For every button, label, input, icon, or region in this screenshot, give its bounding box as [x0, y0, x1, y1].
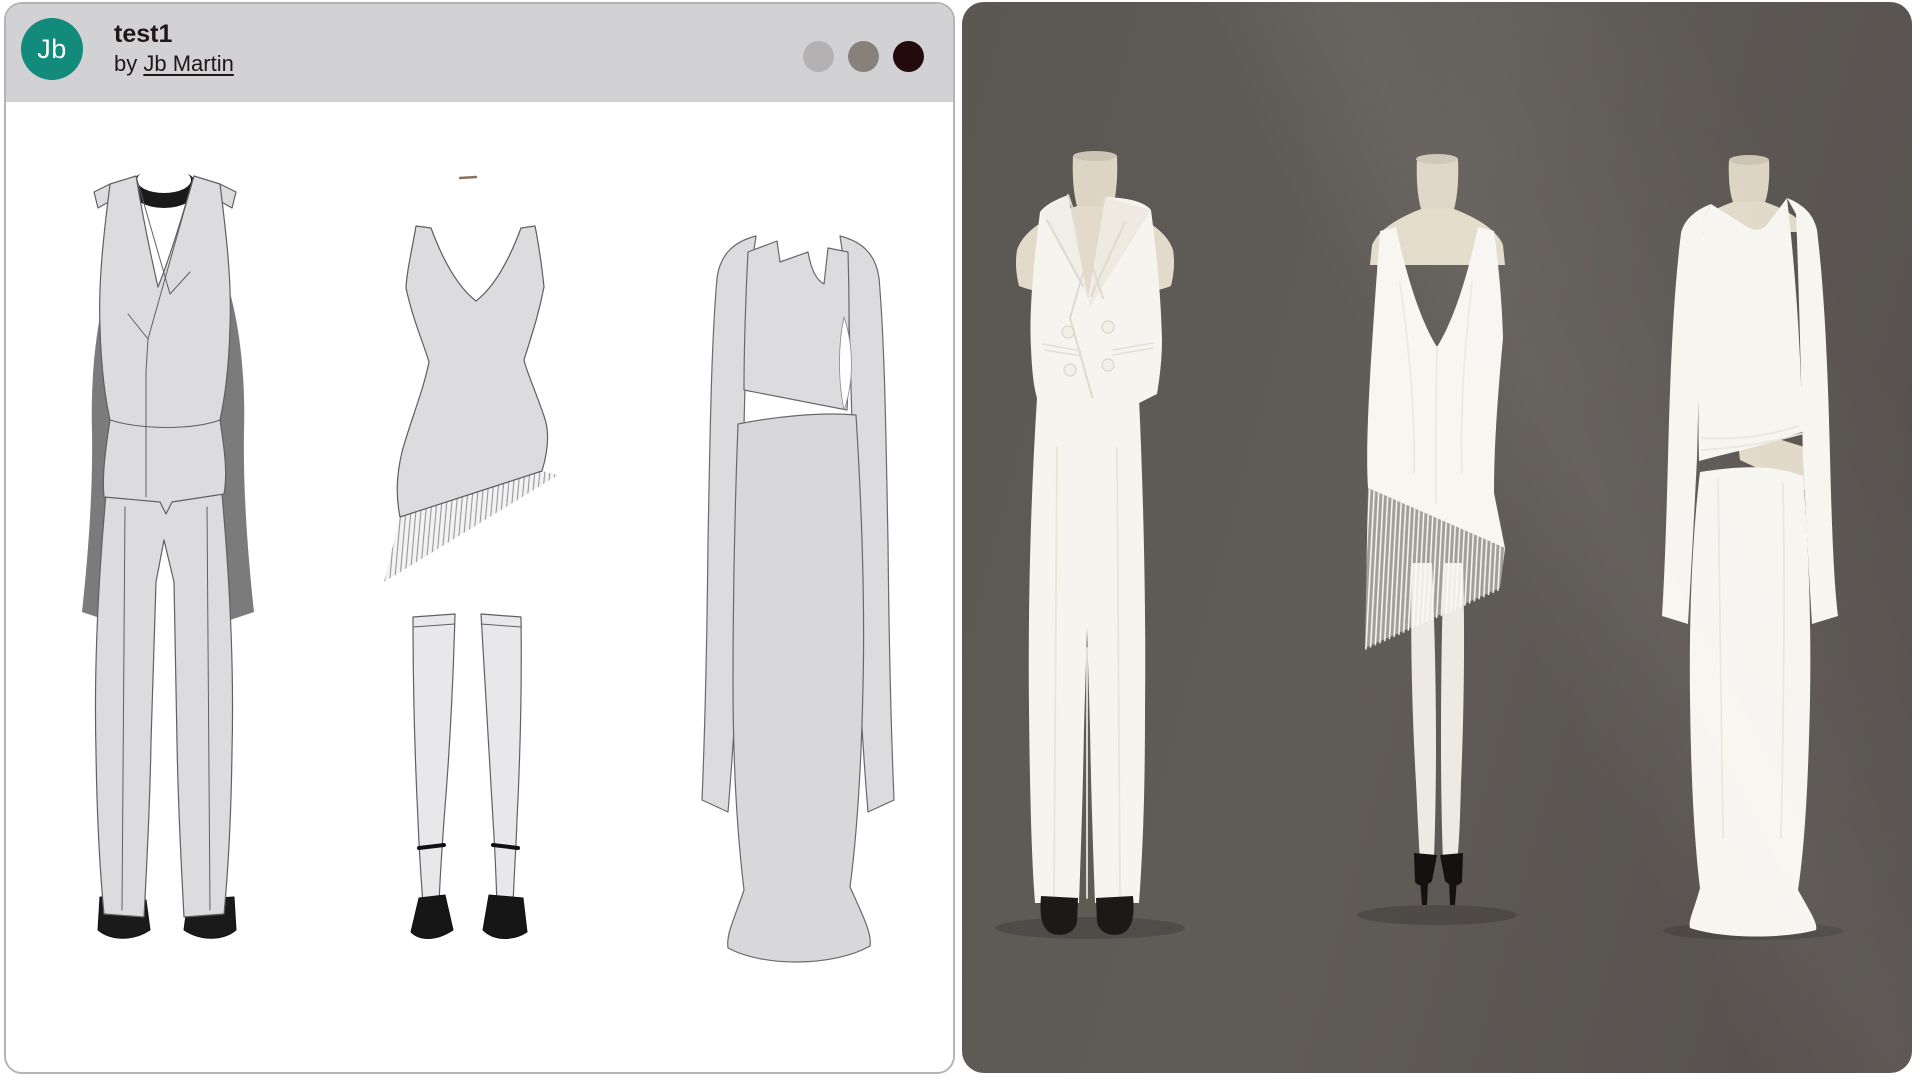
ankle-straps: [419, 845, 518, 848]
card-header: Jb test1 by Jb Martin: [6, 4, 953, 102]
user-avatar[interactable]: Jb: [21, 18, 83, 80]
color-swatch-light-gray[interactable]: [803, 41, 834, 72]
floor-shadow: [1357, 905, 1517, 925]
color-palette: [803, 41, 924, 72]
design-card: Jb test1 by Jb Martin: [4, 2, 955, 1074]
stockings-shape: [413, 614, 521, 906]
sketch-canvas: [6, 102, 953, 1074]
vest-garment: [1030, 195, 1162, 416]
sketch-vest-trouser-suit[interactable]: [72, 162, 262, 952]
photo-white-vest-trouser-suit: [985, 148, 1205, 948]
black-heels: [1414, 853, 1463, 905]
photo-white-cutout-gown: [1648, 138, 1863, 943]
gown-skirt-shape: [728, 414, 871, 962]
author-link[interactable]: Jb Martin: [143, 51, 233, 76]
sketch-cutout-gown[interactable]: [698, 232, 898, 972]
preview-panel: [962, 2, 1912, 1073]
sketch-fringe-mini-dress[interactable]: [383, 170, 563, 970]
photo-white-fringe-slip-dress: [1340, 133, 1535, 933]
trousers-garment: [1029, 398, 1145, 903]
project-byline: by Jb Martin: [114, 50, 234, 78]
gown-garment: [1662, 198, 1838, 937]
trousers-shape: [95, 494, 232, 917]
project-title: test1: [114, 19, 234, 50]
byline-prefix: by: [114, 51, 143, 76]
app-window: Jb test1 by Jb Martin: [0, 0, 1920, 1080]
title-block: test1 by Jb Martin: [114, 19, 234, 78]
dress-shape: [397, 226, 547, 517]
color-swatch-dark-maroon[interactable]: [893, 41, 924, 72]
necklace-mark: [460, 177, 476, 178]
heels-shape: [411, 895, 527, 939]
floor-shadow: [995, 917, 1185, 939]
color-swatch-taupe[interactable]: [848, 41, 879, 72]
gown-bodice-shape: [744, 241, 852, 410]
vest-shape: [94, 176, 236, 514]
